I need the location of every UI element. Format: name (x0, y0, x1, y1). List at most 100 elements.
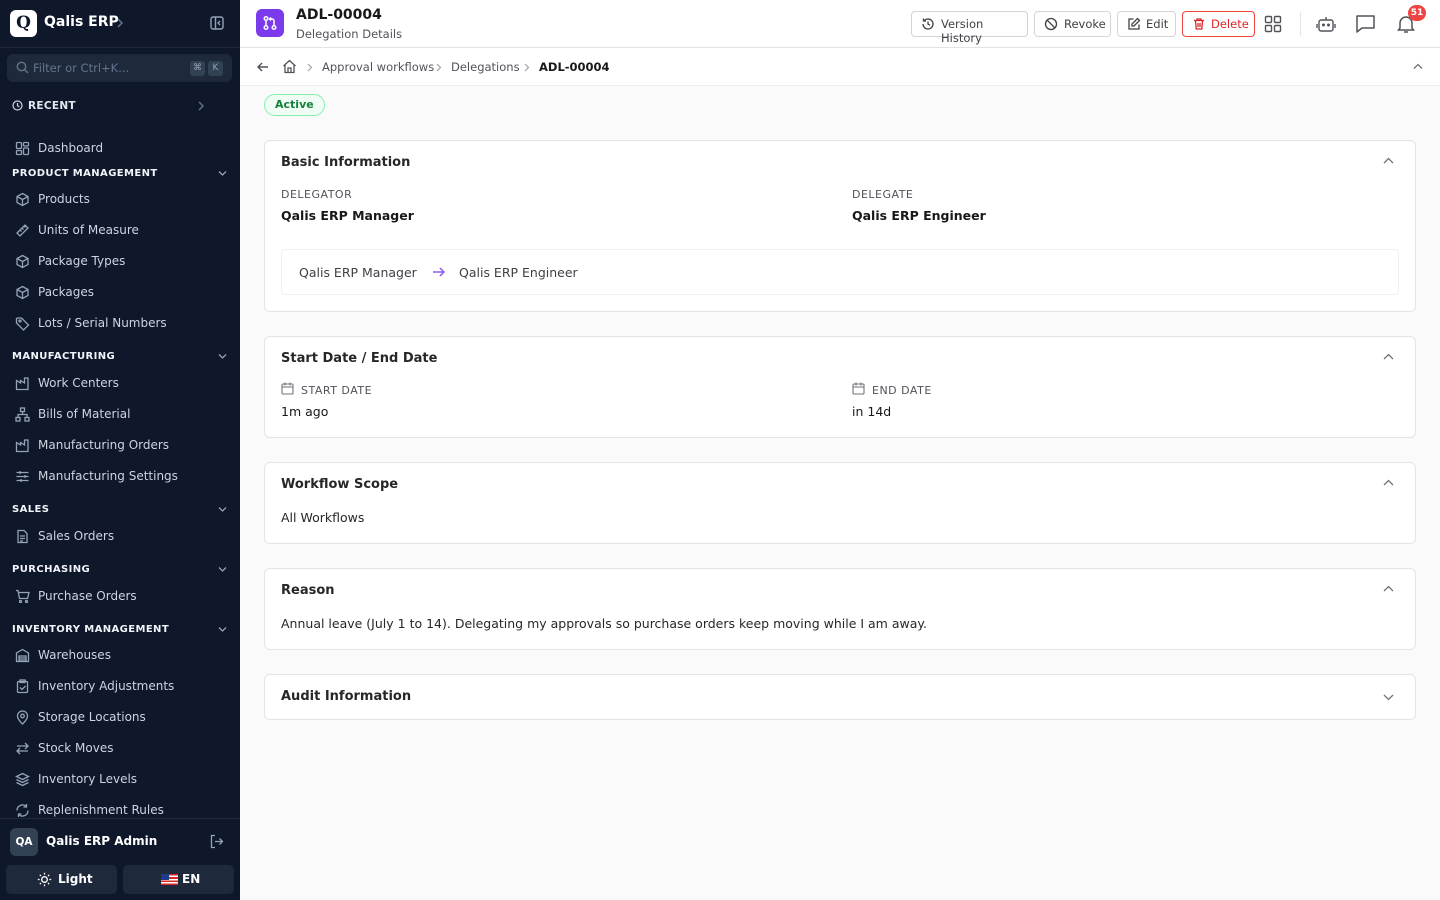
sidebar: Q Qalis ERP ⌘ K RECENT Dashboard (0, 0, 240, 900)
logout-icon[interactable] (209, 834, 224, 849)
delegate-label: DELEGATE (852, 188, 914, 201)
calendar-icon (281, 382, 294, 395)
sidebar-item-units-of-measure[interactable]: Units of Measure (6, 217, 234, 245)
section-product-management[interactable]: PRODUCT MANAGEMENT (0, 165, 240, 183)
sidebar-item-bills-of-material[interactable]: Bills of Material (6, 401, 234, 429)
sidebar-item-dashboard[interactable]: Dashboard (6, 135, 234, 163)
sidebar-item-work-centers[interactable]: Work Centers (6, 370, 234, 398)
chevron-down-icon (218, 626, 227, 633)
breadcrumb-approval-workflows[interactable]: Approval workflows (322, 60, 434, 74)
chevron-right-icon (436, 63, 442, 72)
sidebar-item-label: Purchase Orders (38, 589, 137, 603)
audit-information-card[interactable]: Audit Information (264, 674, 1416, 720)
user-name: Qalis ERP Admin (46, 834, 158, 848)
back-arrow-icon[interactable] (256, 60, 270, 74)
breadcrumb: Approval workflows Delegations ADL-00004 (240, 48, 1440, 86)
sidebar-item-label: Lots / Serial Numbers (38, 316, 167, 330)
sidebar-item-manufacturing-settings[interactable]: Manufacturing Settings (6, 463, 234, 491)
chevron-down-icon (218, 353, 227, 360)
dates-card: Start Date / End Date START DATE 1m ago … (264, 336, 1416, 438)
delegate-value: Qalis ERP Engineer (852, 208, 986, 223)
dashboard-icon (15, 141, 30, 156)
sidebar-item-label: Manufacturing Orders (38, 438, 170, 452)
toolbar-divider (1300, 12, 1301, 36)
delegator-label: DELEGATOR (281, 188, 353, 201)
edit-button[interactable]: Edit (1117, 11, 1176, 37)
section-title: PURCHASING (12, 564, 91, 575)
trash-icon (1192, 17, 1206, 31)
user-profile[interactable]: QA Qalis ERP Admin (0, 818, 240, 864)
sidebar-item-package-types[interactable]: Package Types (6, 248, 234, 276)
sidebar-item-label: Units of Measure (38, 223, 139, 237)
section-title: INVENTORY MANAGEMENT (12, 624, 170, 635)
app-name[interactable]: Qalis ERP (44, 14, 119, 30)
sidebar-item-manufacturing-orders[interactable]: Manufacturing Orders (6, 432, 234, 460)
section-inventory-management[interactable]: INVENTORY MANAGEMENT (0, 621, 240, 639)
chevron-down-icon[interactable] (1383, 694, 1394, 701)
sidebar-item-replenishment-rules[interactable]: Replenishment Rules (6, 797, 234, 818)
sidebar-item-sales-orders[interactable]: Sales Orders (6, 523, 234, 551)
chevron-up-icon[interactable] (1413, 63, 1423, 70)
breadcrumb-delegations[interactable]: Delegations (451, 60, 520, 74)
delete-button[interactable]: Delete (1182, 11, 1255, 37)
sidebar-item-inventory-adjustments[interactable]: Inventory Adjustments (6, 673, 234, 701)
sidebar-item-label: Manufacturing Settings (38, 469, 178, 483)
workflow-scope-value: All Workflows (281, 510, 365, 525)
sliders-icon (15, 469, 30, 484)
kbd-k: K (208, 61, 223, 76)
home-icon[interactable] (282, 59, 297, 74)
delegator-value: Qalis ERP Manager (281, 208, 414, 223)
apps-grid-icon[interactable] (1264, 15, 1282, 33)
sidebar-item-storage-locations[interactable]: Storage Locations (6, 704, 234, 732)
card-title[interactable]: Reason (281, 583, 335, 598)
layers-icon (15, 772, 30, 787)
sidebar-item-products[interactable]: Products (6, 186, 234, 214)
sidebar-item-inventory-levels[interactable]: Inventory Levels (6, 766, 234, 794)
theme-toggle-button[interactable]: Light (6, 865, 117, 894)
chevron-up-icon[interactable] (1383, 585, 1394, 592)
revoke-button[interactable]: Revoke (1034, 11, 1111, 37)
recent-label: RECENT (28, 100, 76, 112)
package-icon (15, 254, 30, 269)
recent-toggle[interactable]: RECENT (0, 94, 240, 118)
clock-icon (12, 100, 23, 111)
chevron-up-icon[interactable] (1383, 479, 1394, 486)
version-history-button[interactable]: Version History (911, 11, 1028, 45)
sidebar-item-purchase-orders[interactable]: Purchase Orders (6, 583, 234, 611)
avatar: QA (10, 828, 38, 856)
reason-text: Annual leave (July 1 to 14). Delegating … (281, 616, 927, 631)
breadcrumb-current: ADL-00004 (539, 60, 610, 74)
sidebar-item-stock-moves[interactable]: Stock Moves (6, 735, 234, 763)
language-button[interactable]: EN (123, 865, 234, 894)
card-title[interactable]: Audit Information (281, 689, 411, 704)
section-sales[interactable]: SALES (0, 501, 240, 519)
chat-icon[interactable] (1355, 14, 1376, 34)
card-title[interactable]: Workflow Scope (281, 477, 398, 492)
sidebar-item-label: Inventory Levels (38, 772, 138, 786)
workflow-scope-card: Workflow Scope All Workflows (264, 462, 1416, 544)
section-purchasing[interactable]: PURCHASING (0, 561, 240, 579)
chevron-up-icon[interactable] (1383, 157, 1394, 164)
section-manufacturing[interactable]: MANUFACTURING (0, 348, 240, 366)
brand-header: Q Qalis ERP (0, 0, 240, 48)
chevron-down-icon (218, 566, 227, 573)
card-title[interactable]: Basic Information (281, 155, 410, 170)
us-flag-icon (161, 874, 178, 885)
top-bar: ADL-00004 Delegation Details Version His… (240, 0, 1440, 48)
sidebar-item-lots-serial-numbers[interactable]: Lots / Serial Numbers (6, 310, 234, 338)
bot-icon[interactable] (1316, 15, 1336, 33)
clipboard-check-icon (15, 679, 30, 694)
sidebar-item-label: Work Centers (38, 376, 119, 390)
card-title[interactable]: Start Date / End Date (281, 351, 437, 366)
sidebar-item-packages[interactable]: Packages (6, 279, 234, 307)
sidebar-collapse-icon[interactable] (209, 15, 225, 31)
chevron-up-icon[interactable] (1383, 353, 1394, 360)
chevron-right-icon[interactable] (115, 17, 125, 29)
sidebar-item-label: Replenishment Rules (38, 803, 164, 817)
package-icon (15, 285, 30, 300)
filter-input[interactable] (33, 59, 188, 77)
section-title: PRODUCT MANAGEMENT (12, 168, 158, 179)
sidebar-item-warehouses[interactable]: Warehouses (6, 642, 234, 670)
hierarchy-icon (15, 407, 30, 422)
flow-to: Qalis ERP Engineer (459, 265, 578, 280)
